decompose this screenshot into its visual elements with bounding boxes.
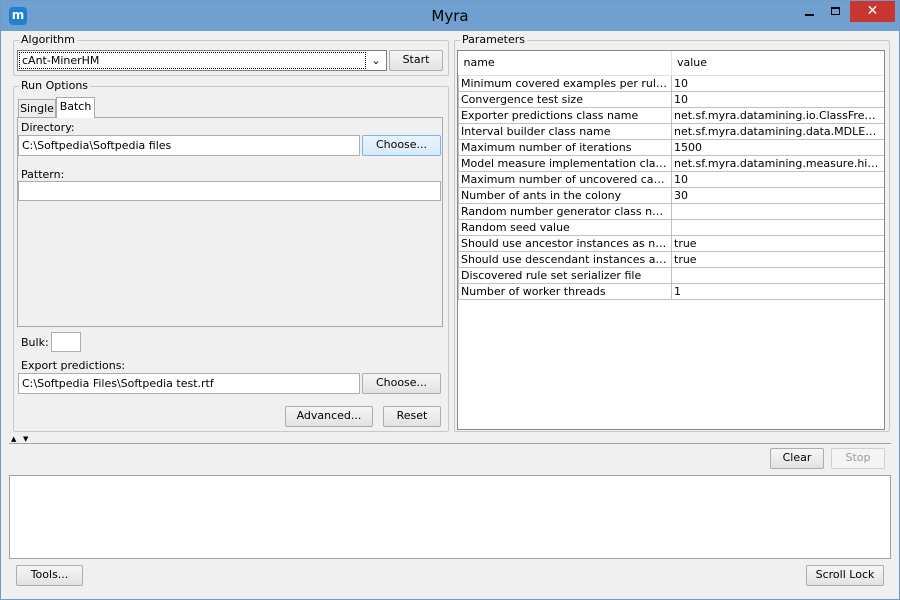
advanced-button[interactable]: Advanced... (285, 406, 373, 427)
tools-button[interactable]: Tools... (16, 565, 83, 586)
table-row[interactable]: Random seed value (458, 218, 884, 236)
pattern-label: Pattern: (21, 168, 65, 181)
maximize-button[interactable] (823, 1, 847, 22)
stop-button[interactable]: Stop (831, 448, 885, 469)
table-header-row: name value (458, 51, 884, 76)
param-value-cell[interactable]: 10 (671, 74, 884, 92)
minimize-icon (804, 14, 814, 16)
bulk-label: Bulk: (21, 336, 49, 349)
panel-splitter[interactable]: ▲ ▼ (9, 435, 891, 443)
directory-choose-button[interactable]: Choose... (362, 135, 441, 156)
expand-up-icon[interactable]: ▲ (11, 435, 16, 443)
column-header-value[interactable]: value (671, 51, 884, 76)
parameters-table[interactable]: name value Minimum covered examples per … (457, 50, 885, 430)
window-title: Myra (431, 7, 469, 25)
param-name-cell[interactable]: Number of ants in the colony (458, 186, 672, 204)
param-name-cell[interactable]: Should use descendant instances as posi.… (458, 250, 672, 268)
param-name-cell[interactable]: Model measure implementation class name (458, 154, 672, 172)
export-choose-button[interactable]: Choose... (362, 373, 441, 394)
table-row[interactable]: Discovered rule set serializer file (458, 266, 884, 284)
algorithm-select-value: cAnt-MinerHM (19, 52, 366, 69)
param-name-cell[interactable]: Discovered rule set serializer file (458, 266, 672, 284)
directory-label: Directory: (21, 121, 75, 134)
export-predictions-label: Export predictions: (21, 359, 126, 372)
close-icon: ✕ (866, 3, 879, 19)
param-name-cell[interactable]: Should use ancestor instances as negativ… (458, 234, 672, 252)
export-predictions-input[interactable]: C:\Softpedia Files\Softpedia test.rtf (18, 373, 360, 394)
run-options-group-label: Run Options (19, 79, 91, 92)
param-value-cell[interactable]: 1 (671, 282, 884, 300)
main-window: m Myra ✕ Algorithm cAnt-MinerHM ⌄ Start … (0, 0, 900, 600)
table-row[interactable]: Interval builder class name net.sf.myra.d… (458, 122, 884, 140)
start-button[interactable]: Start (389, 50, 443, 71)
table-row[interactable]: Maximum number of iterations 1500 (458, 138, 884, 156)
maximize-icon (830, 7, 840, 15)
param-value-cell[interactable]: true (671, 234, 884, 252)
param-value-cell[interactable]: net.sf.myra.datamining.io.ClassFrequen..… (671, 106, 884, 124)
scroll-lock-button[interactable]: Scroll Lock (806, 565, 884, 586)
algorithm-select[interactable]: cAnt-MinerHM ⌄ (17, 50, 387, 71)
clear-button[interactable]: Clear (770, 448, 824, 469)
param-name-cell[interactable]: Convergence test size (458, 90, 672, 108)
column-header-name[interactable]: name (458, 51, 672, 76)
table-row[interactable]: Should use descendant instances as posi.… (458, 250, 884, 268)
param-value-cell[interactable] (671, 218, 884, 236)
tab-single[interactable]: Single (18, 99, 56, 118)
param-value-cell[interactable] (671, 202, 884, 220)
directory-input[interactable]: C:\Softpedia\Softpedia files (18, 135, 360, 156)
param-name-cell[interactable]: Random number generator class name (458, 202, 672, 220)
param-value-cell[interactable]: 1500 (671, 138, 884, 156)
close-button[interactable]: ✕ (850, 1, 895, 22)
log-toolbar (9, 443, 891, 475)
param-name-cell[interactable]: Minimum covered examples per rule value (458, 74, 672, 92)
table-row[interactable]: Maximum number of uncovered cases 10 (458, 170, 884, 188)
table-row[interactable]: Exporter predictions class name net.sf.my… (458, 106, 884, 124)
param-name-cell[interactable]: Number of worker threads (458, 282, 672, 300)
param-name-cell[interactable]: Exporter predictions class name (458, 106, 672, 124)
table-row[interactable]: Minimum covered examples per rule value1… (458, 74, 884, 92)
param-value-cell[interactable]: true (671, 250, 884, 268)
table-row[interactable]: Model measure implementation class namen… (458, 154, 884, 172)
param-value-cell[interactable] (671, 266, 884, 284)
title-bar[interactable]: m Myra ✕ (1, 1, 899, 31)
table-row[interactable]: Number of ants in the colony 30 (458, 186, 884, 204)
param-value-cell[interactable]: net.sf.myra.datamining.measure.hierarc..… (671, 154, 884, 172)
param-value-cell[interactable]: 10 (671, 90, 884, 108)
param-value-cell[interactable]: 10 (671, 170, 884, 188)
expand-down-icon[interactable]: ▼ (23, 435, 28, 443)
pattern-input[interactable] (18, 181, 441, 201)
tab-batch[interactable]: Batch (56, 97, 95, 118)
chevron-down-icon[interactable]: ⌄ (368, 52, 384, 69)
table-row[interactable]: Number of worker threads 1 (458, 282, 884, 300)
param-name-cell[interactable]: Maximum number of uncovered cases (458, 170, 672, 188)
bulk-input[interactable] (51, 332, 81, 352)
log-output[interactable] (9, 475, 891, 559)
table-row[interactable]: Convergence test size 10 (458, 90, 884, 108)
minimize-button[interactable] (797, 1, 821, 22)
parameters-group-label: Parameters (460, 33, 527, 46)
algorithm-group-label: Algorithm (19, 33, 77, 46)
param-name-cell[interactable]: Random seed value (458, 218, 672, 236)
param-name-cell[interactable]: Interval builder class name (458, 122, 672, 140)
reset-button[interactable]: Reset (383, 406, 441, 427)
table-row[interactable]: Should use ancestor instances as negativ… (458, 234, 884, 252)
param-value-cell[interactable]: 30 (671, 186, 884, 204)
param-name-cell[interactable]: Maximum number of iterations (458, 138, 672, 156)
param-value-cell[interactable]: net.sf.myra.datamining.data.MDLEntrop... (671, 122, 884, 140)
table-row[interactable]: Random number generator class name (458, 202, 884, 220)
